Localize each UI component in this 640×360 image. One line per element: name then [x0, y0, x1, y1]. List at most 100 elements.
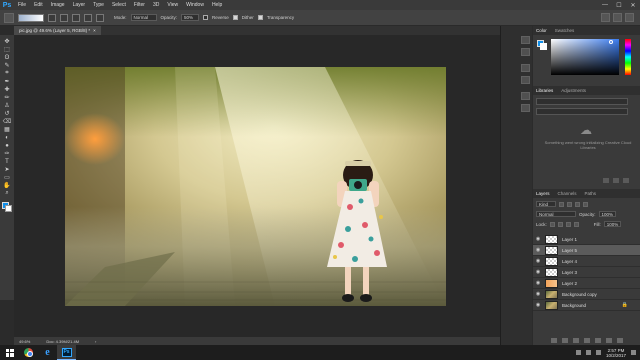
history-brush-tool-icon[interactable]: ↺ [2, 110, 12, 117]
healing-brush-tool-icon[interactable]: ✚ [2, 86, 12, 93]
layer-row[interactable]: ◉ Background 🔒 [533, 300, 640, 311]
layer-row[interactable]: ◉ Layer 2 [533, 278, 640, 289]
crop-tool-icon[interactable]: ⌗ [2, 70, 12, 77]
move-tool-icon[interactable]: ✥ [2, 38, 12, 45]
visibility-eye-icon[interactable]: ◉ [533, 291, 543, 297]
radial-gradient-icon[interactable] [60, 13, 68, 22]
close-tab-icon[interactable]: × [93, 28, 96, 33]
photoshop-taskbar-button[interactable]: Ps [57, 345, 76, 360]
layer-name[interactable]: Layer 3 [562, 270, 577, 275]
hand-tool-icon[interactable]: ✋ [2, 182, 12, 189]
menu-select[interactable]: Select [108, 2, 130, 8]
tool-preset-icon[interactable] [4, 12, 14, 23]
library-delete-icon[interactable] [623, 178, 629, 183]
layer-thumbnail[interactable] [545, 234, 558, 244]
delete-layer-icon[interactable] [616, 338, 623, 343]
gradient-picker[interactable] [18, 13, 44, 22]
tab-paths[interactable]: Paths [585, 191, 597, 196]
clock[interactable]: 2:57 PM 10/2/2017 [606, 348, 626, 358]
menu-type[interactable]: Type [89, 2, 108, 8]
menu-view[interactable]: View [163, 2, 182, 8]
menu-edit[interactable]: Edit [30, 2, 47, 8]
panel-color-swatches[interactable] [537, 40, 547, 50]
clone-source-icon[interactable] [521, 76, 530, 84]
reflected-gradient-icon[interactable] [84, 13, 92, 22]
ie-taskbar-button[interactable]: e [38, 345, 57, 360]
gradient-tool-icon[interactable]: ▦ [2, 126, 12, 133]
type-tool-icon[interactable]: T [2, 158, 12, 165]
layer-name[interactable]: Layer 1 [562, 237, 577, 242]
tab-layers[interactable]: Layers [536, 191, 550, 196]
eyedropper-tool-icon[interactable]: ✒ [2, 78, 12, 85]
eraser-tool-icon[interactable]: ⌫ [2, 118, 12, 125]
volume-icon[interactable] [595, 350, 601, 355]
visibility-eye-icon[interactable]: ◉ [533, 269, 543, 275]
library-sync-icon[interactable] [613, 178, 619, 183]
brush-presets-icon[interactable] [521, 64, 530, 72]
menu-file[interactable]: File [14, 2, 30, 8]
transparency-checkbox[interactable] [257, 15, 263, 20]
mode-select[interactable]: Normal [130, 14, 157, 21]
layer-row[interactable]: ◉ Background copy [533, 289, 640, 300]
blend-mode-select[interactable]: Normal [536, 211, 576, 217]
zoom-tool-icon[interactable]: ⌕ [2, 190, 12, 197]
color-swatches[interactable] [1, 201, 13, 213]
layer-thumbnail[interactable] [545, 278, 558, 288]
filter-shape-icon[interactable] [583, 201, 588, 207]
share-icon[interactable] [625, 13, 634, 22]
fill-input[interactable]: 100% [603, 221, 622, 227]
lock-position-icon[interactable] [565, 221, 571, 227]
layer-name[interactable]: Background [562, 303, 586, 308]
angle-gradient-icon[interactable] [72, 13, 80, 22]
visibility-eye-icon[interactable]: ◉ [533, 280, 543, 286]
chrome-taskbar-button[interactable] [19, 345, 38, 360]
tab-adjustments[interactable]: Adjustments [561, 88, 586, 93]
visibility-eye-icon[interactable]: ◉ [533, 302, 543, 308]
color-field[interactable] [551, 39, 619, 75]
layer-filter-kind[interactable]: Kind [536, 201, 556, 207]
tab-channels[interactable]: Channels [558, 191, 577, 196]
opacity-input[interactable]: 50% [181, 14, 200, 21]
visibility-eye-icon[interactable]: ◉ [533, 247, 543, 253]
layer-row[interactable]: ◉ Layer 3 [533, 267, 640, 278]
filter-pixel-icon[interactable] [559, 201, 564, 207]
document-image[interactable] [65, 67, 446, 306]
layer-style-icon[interactable] [561, 338, 568, 343]
marquee-tool-icon[interactable]: ⬚ [2, 46, 12, 53]
tab-color[interactable]: Color [536, 28, 547, 33]
menu-window[interactable]: Window [182, 2, 208, 8]
tab-libraries[interactable]: Libraries [536, 88, 553, 93]
visibility-eye-icon[interactable]: ◉ [533, 236, 543, 242]
quick-select-tool-icon[interactable]: ✎ [2, 62, 12, 69]
diamond-gradient-icon[interactable] [96, 13, 104, 22]
menu-layer[interactable]: Layer [69, 2, 90, 8]
reverse-checkbox[interactable] [203, 15, 209, 20]
layer-opacity-input[interactable]: 100% [598, 211, 617, 217]
menu-help[interactable]: Help [208, 2, 226, 8]
menu-image[interactable]: Image [47, 2, 69, 8]
close-icon[interactable]: ✕ [626, 0, 640, 10]
hue-slider[interactable] [625, 39, 631, 75]
tab-swatches[interactable]: Swatches [555, 28, 575, 33]
menu-3d[interactable]: 3D [149, 2, 163, 8]
blur-tool-icon[interactable]: ◐ [2, 134, 12, 141]
layer-thumbnail[interactable] [545, 256, 558, 266]
pen-tool-icon[interactable]: ✑ [2, 150, 12, 157]
background-color-swatch[interactable] [540, 43, 547, 50]
background-color[interactable] [5, 205, 12, 212]
lasso-tool-icon[interactable]: ʘ [2, 54, 12, 61]
add-mask-icon[interactable] [572, 338, 579, 343]
library-select[interactable] [536, 98, 628, 105]
path-select-tool-icon[interactable]: ➤ [2, 166, 12, 173]
lock-all-icon[interactable] [573, 221, 579, 227]
layer-name[interactable]: Layer 5 [562, 248, 577, 253]
history-icon[interactable] [521, 36, 530, 44]
library-search-input[interactable] [536, 108, 628, 115]
lock-image-icon[interactable] [557, 221, 563, 227]
color-picker-cursor[interactable] [609, 40, 613, 44]
layer-name[interactable]: Layer 4 [562, 259, 577, 264]
dither-checkbox[interactable] [232, 15, 238, 20]
brush-tool-icon[interactable]: ✏ [2, 94, 12, 101]
layer-thumbnail[interactable] [545, 300, 558, 310]
add-content-icon[interactable] [603, 178, 609, 183]
